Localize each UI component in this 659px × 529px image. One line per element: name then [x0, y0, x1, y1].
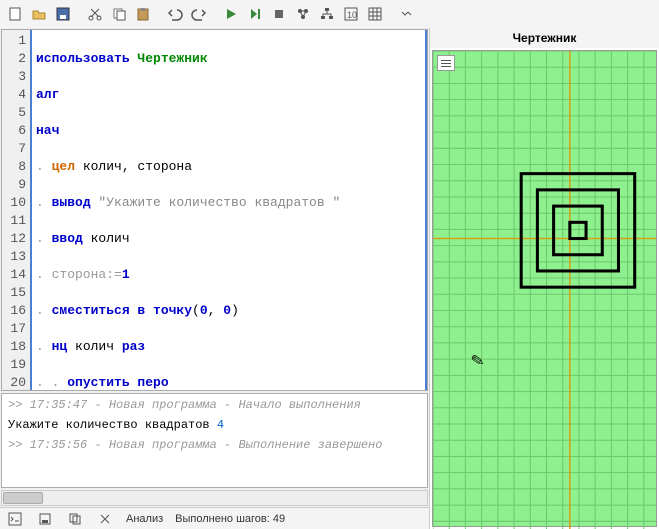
step-icon[interactable] — [244, 3, 266, 25]
console-line: Укажите количество квадратов 4 — [8, 418, 421, 432]
kw-begin: нач — [36, 123, 59, 138]
paste-icon[interactable] — [132, 3, 154, 25]
stop-icon[interactable] — [268, 3, 290, 25]
compile-icon[interactable] — [292, 3, 314, 25]
line-gutter: 1234567891011121314151617181920212223 — [2, 30, 30, 390]
status-bar: Анализ Выполнено шагов: 49 — [0, 507, 429, 529]
run-icon[interactable] — [220, 3, 242, 25]
code-area[interactable]: использовать Чертежник алг нач . цел кол… — [30, 30, 427, 390]
horizontal-scrollbar[interactable] — [1, 490, 428, 506]
cut-icon[interactable] — [84, 3, 106, 25]
status-steps: Выполнено шагов: 49 — [175, 513, 285, 525]
kw-alg: алг — [36, 87, 59, 102]
clear-icon[interactable] — [96, 510, 114, 528]
grid-icon[interactable]: 10 — [340, 3, 362, 25]
save-icon[interactable] — [52, 3, 74, 25]
svg-text:10: 10 — [347, 10, 357, 20]
copy-icon[interactable] — [108, 3, 130, 25]
scroll-thumb[interactable] — [3, 492, 43, 504]
drawing-canvas[interactable]: ✎ — [432, 50, 657, 527]
save-status-icon[interactable] — [36, 510, 54, 528]
module-name: Чертежник — [137, 51, 207, 66]
terminal-icon[interactable] — [6, 510, 24, 528]
canvas-menu-icon[interactable] — [437, 55, 455, 71]
console-line: >> 17:35:47 - Новая программа - Начало в… — [8, 398, 421, 412]
redo-icon[interactable] — [188, 3, 210, 25]
undo-icon[interactable] — [164, 3, 186, 25]
new-icon[interactable] — [4, 3, 26, 25]
open-icon[interactable] — [28, 3, 50, 25]
more-icon[interactable] — [396, 3, 418, 25]
table-icon[interactable] — [364, 3, 386, 25]
code-editor[interactable]: 1234567891011121314151617181920212223 ис… — [1, 29, 428, 391]
kw-use: использовать — [36, 51, 137, 66]
canvas-title: Чертежник — [430, 28, 659, 48]
copy-status-icon[interactable] — [66, 510, 84, 528]
main-toolbar: 10 — [0, 0, 659, 28]
grid-svg — [433, 51, 656, 529]
structure-icon[interactable] — [316, 3, 338, 25]
console-line: >> 17:35:56 - Новая программа - Выполнен… — [8, 438, 421, 452]
status-analysis: Анализ — [126, 513, 163, 525]
console-output[interactable]: >> 17:35:47 - Новая программа - Начало в… — [1, 393, 428, 488]
